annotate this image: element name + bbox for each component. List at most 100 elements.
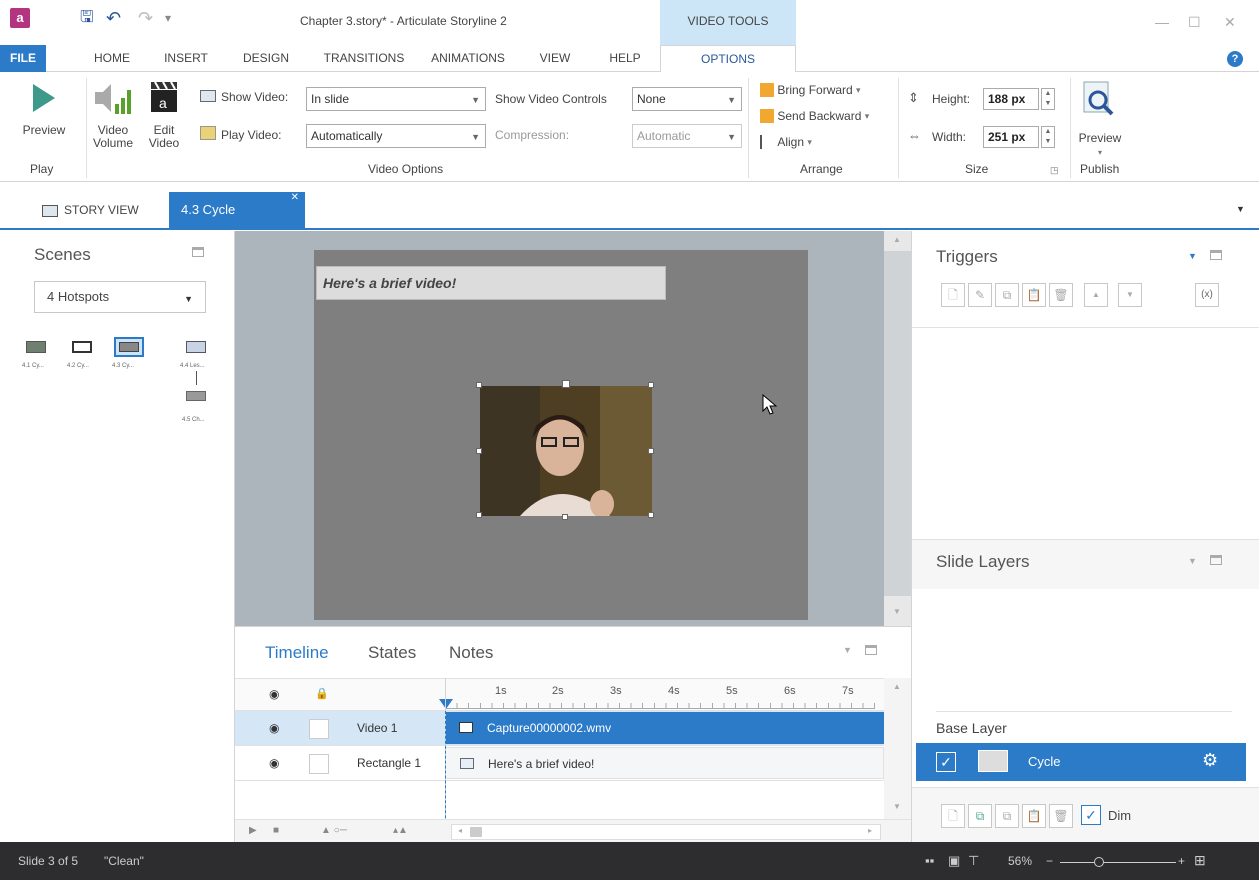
bring-forward-button[interactable]: Bring Forward ▾ xyxy=(760,82,861,102)
eye-icon[interactable]: ◉ xyxy=(269,756,279,770)
zoom-slider-thumb[interactable] xyxy=(1094,857,1104,867)
save-icon[interactable]: 🖫 xyxy=(80,8,94,28)
panel-pin-icon[interactable] xyxy=(865,645,877,655)
tab-insert[interactable]: INSERT xyxy=(156,45,216,72)
timeline-hscrollbar[interactable]: ◂ ▸ xyxy=(451,824,881,840)
tab-overflow-icon[interactable]: ▼ xyxy=(1236,204,1245,214)
scroll-up-icon[interactable]: ▲ xyxy=(893,682,901,691)
timeline-row[interactable]: ◉ Video 1 Capture00000002.wmv xyxy=(235,711,884,746)
resize-handle[interactable] xyxy=(476,512,482,518)
delete-trigger-icon[interactable]: 🗑 xyxy=(1049,283,1073,307)
normal-view-icon[interactable]: ▣ xyxy=(948,853,960,869)
scroll-up-icon[interactable]: ▲ xyxy=(893,235,901,244)
story-view-icon[interactable]: ▪▪ xyxy=(925,853,934,868)
scrollbar-thumb[interactable] xyxy=(470,827,482,837)
width-stepper[interactable]: ▲ ▼ xyxy=(1041,126,1055,148)
send-backward-button[interactable]: Send Backward ▾ xyxy=(760,108,869,128)
width-input[interactable]: 251 px xyxy=(983,126,1039,148)
gear-icon[interactable]: ⚙ xyxy=(1202,750,1218,771)
move-down-icon[interactable]: ▼ xyxy=(1118,283,1142,307)
story-view-tab[interactable]: STORY VIEW xyxy=(38,192,139,228)
slide-view-icon[interactable]: ⊤ xyxy=(968,853,979,869)
tab-help[interactable]: HELP xyxy=(600,45,650,72)
resize-handle[interactable] xyxy=(648,382,654,388)
scroll-down-icon[interactable]: ▼ xyxy=(893,802,901,811)
play-video-select[interactable]: Automatically ▼ xyxy=(306,124,486,148)
panel-pin-icon[interactable] xyxy=(192,247,204,257)
panel-pin-icon[interactable] xyxy=(1210,555,1222,565)
new-layer-icon[interactable]: 🗋 xyxy=(941,804,965,828)
slide-thumbnail[interactable] xyxy=(72,341,92,353)
show-video-select[interactable]: In slide ▼ xyxy=(306,87,486,111)
panel-menu-icon[interactable]: ▼ xyxy=(1188,251,1197,261)
paste-icon[interactable]: 📋 xyxy=(1022,804,1046,828)
timeline-bar[interactable]: Capture00000002.wmv xyxy=(445,712,884,744)
publish-preview-button[interactable]: Preview ▾ xyxy=(1072,78,1128,158)
help-icon[interactable]: ? xyxy=(1227,51,1243,67)
app-logo-icon[interactable]: a xyxy=(10,8,30,28)
scroll-down-icon[interactable]: ▼ xyxy=(893,607,901,616)
eye-icon[interactable]: ◉ xyxy=(269,687,279,701)
move-up-icon[interactable]: ▲ xyxy=(1084,283,1108,307)
tab-options[interactable]: OPTIONS xyxy=(660,45,796,73)
caption-box[interactable]: Here's a brief video! xyxy=(316,266,666,300)
scroll-left-icon[interactable]: ◂ xyxy=(458,826,462,835)
new-trigger-icon[interactable]: 🗋 xyxy=(941,283,965,307)
slide-thumbnail[interactable] xyxy=(186,391,206,401)
fit-to-window-icon[interactable]: ⊞ xyxy=(1194,852,1206,869)
panel-pin-icon[interactable] xyxy=(1210,250,1222,260)
dim-checkbox[interactable]: ✓ xyxy=(1081,805,1101,825)
undo-icon[interactable]: ↶ xyxy=(106,8,121,28)
height-stepper[interactable]: ▲ ▼ xyxy=(1041,88,1055,110)
height-input[interactable]: 188 px xyxy=(983,88,1039,110)
canvas-scrollbar[interactable]: ▲ ▼ xyxy=(884,231,911,626)
tab-view[interactable]: VIEW xyxy=(530,45,580,72)
edit-video-button[interactable]: a Edit Video xyxy=(142,78,186,158)
panel-menu-icon[interactable]: ▼ xyxy=(1188,556,1197,566)
preview-button[interactable]: Preview xyxy=(14,78,74,148)
base-layer-row[interactable]: ✓ Cycle ⚙ xyxy=(916,743,1246,781)
tab-notes[interactable]: Notes xyxy=(449,643,493,663)
show-controls-select[interactable]: None ▼ xyxy=(632,87,742,111)
active-slide-tab[interactable]: 4.3 Cycle ✕ xyxy=(169,192,305,228)
resize-handle[interactable] xyxy=(476,448,482,454)
variables-icon[interactable]: (x) xyxy=(1195,283,1219,307)
timeline-vscroll[interactable]: ▲ ▼ xyxy=(884,678,911,819)
minimize-icon[interactable]: — xyxy=(1155,14,1169,30)
video-object[interactable] xyxy=(480,386,652,516)
resize-handle[interactable] xyxy=(476,382,482,388)
tab-states[interactable]: States xyxy=(368,643,416,663)
lock-icon[interactable]: 🔒 xyxy=(315,687,329,700)
stop-icon[interactable]: ■ xyxy=(273,825,279,836)
resize-handle[interactable] xyxy=(648,448,654,454)
lock-toggle[interactable] xyxy=(309,754,329,774)
timeline-row[interactable]: ◉ Rectangle 1 Here's a brief video! xyxy=(235,746,884,781)
customize-qat-icon[interactable]: ▾ xyxy=(165,8,171,28)
scene-select[interactable]: 4 Hotspots ▼ xyxy=(34,281,206,313)
resize-handle[interactable] xyxy=(648,512,654,518)
visible-checkbox[interactable]: ✓ xyxy=(936,752,956,772)
close-icon[interactable]: ✕ xyxy=(1224,14,1236,31)
timeline-bar[interactable]: Here's a brief video! xyxy=(445,747,884,779)
tab-file[interactable]: FILE xyxy=(0,45,46,72)
rotate-handle[interactable] xyxy=(562,380,570,388)
align-button[interactable]: Align ▾ xyxy=(760,134,812,154)
panel-menu-icon[interactable]: ▼ xyxy=(843,645,852,655)
zoom-slider[interactable]: ▲ ○─ xyxy=(321,825,347,836)
scroll-right-icon[interactable]: ▸ xyxy=(868,826,872,835)
tab-home[interactable]: HOME xyxy=(82,45,142,72)
slide-thumbnail-selected[interactable] xyxy=(114,337,144,357)
tab-design[interactable]: DESIGN xyxy=(234,45,298,72)
zoom-out-icon[interactable]: − xyxy=(1046,854,1053,868)
copy-icon[interactable]: ⧉ xyxy=(995,804,1019,828)
delete-layer-icon[interactable]: 🗑 xyxy=(1049,804,1073,828)
duplicate-layer-icon[interactable]: ⧉ xyxy=(968,804,992,828)
edit-trigger-icon[interactable]: ✎ xyxy=(968,283,992,307)
redo-icon[interactable]: ↷ xyxy=(138,8,153,28)
lock-toggle[interactable] xyxy=(309,719,329,739)
tab-animations[interactable]: ANIMATIONS xyxy=(420,45,516,72)
close-tab-icon[interactable]: ✕ xyxy=(291,180,299,216)
zoom-in-icon[interactable]: + xyxy=(1178,854,1185,868)
slide-thumbnail[interactable] xyxy=(186,341,206,353)
slide-thumbnail[interactable] xyxy=(26,341,46,353)
